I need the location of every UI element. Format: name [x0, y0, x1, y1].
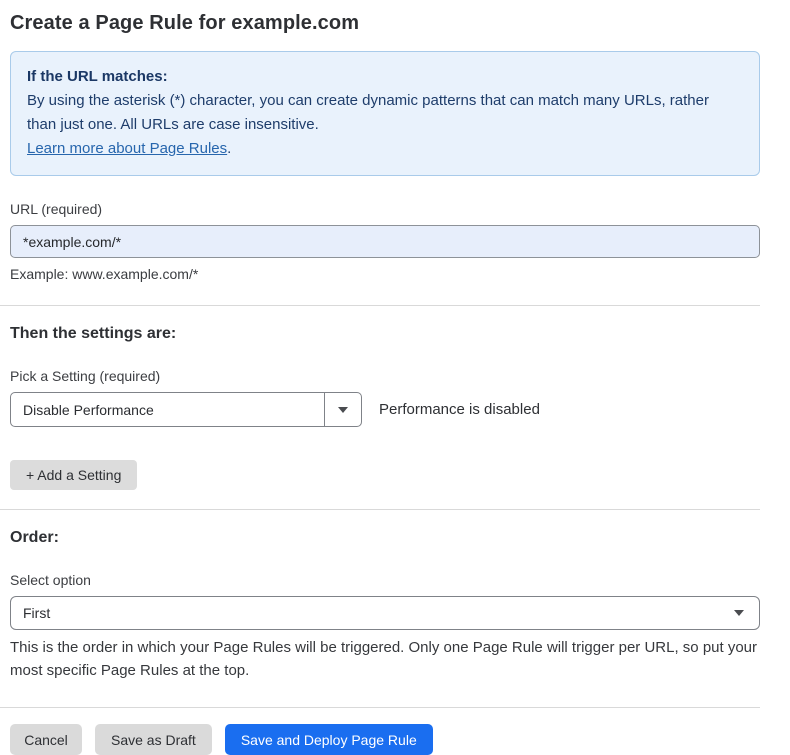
divider	[0, 707, 760, 708]
save-as-draft-button[interactable]: Save as Draft	[95, 724, 212, 755]
setting-status-text: Performance is disabled	[379, 401, 540, 418]
chevron-down-icon	[338, 407, 348, 413]
url-example-text: Example: www.example.com/*	[10, 266, 760, 282]
url-matches-info-box: If the URL matches: By using the asteris…	[10, 51, 760, 176]
order-select[interactable]: First	[10, 596, 760, 630]
pick-setting-label: Pick a Setting (required)	[10, 368, 760, 384]
setting-select-arrow-button[interactable]	[324, 393, 361, 426]
url-input[interactable]	[10, 225, 760, 258]
setting-select-value: Disable Performance	[11, 393, 324, 426]
create-page-rule-form: Create a Page Rule for example.com If th…	[0, 12, 790, 755]
order-select-value: First	[11, 605, 50, 621]
url-field-label: URL (required)	[10, 201, 760, 217]
learn-more-link[interactable]: Learn more about Page Rules	[27, 140, 227, 157]
setting-row: Disable Performance Performance is disab…	[10, 392, 760, 427]
info-box-link-line: Learn more about Page Rules.	[27, 137, 743, 161]
page-title: Create a Page Rule for example.com	[10, 12, 760, 35]
link-period: .	[227, 140, 231, 157]
order-select-label: Select option	[10, 572, 760, 588]
chevron-down-icon	[734, 610, 744, 616]
order-section-heading: Order:	[10, 529, 760, 547]
footer-actions: Cancel Save as Draft Save and Deploy Pag…	[10, 724, 760, 755]
divider	[0, 509, 760, 510]
order-description: This is the order in which your Page Rul…	[10, 636, 758, 682]
order-select-arrow	[734, 610, 759, 616]
settings-section-heading: Then the settings are:	[10, 325, 760, 343]
setting-select[interactable]: Disable Performance	[10, 392, 362, 427]
divider	[0, 305, 760, 306]
info-box-body: By using the asterisk (*) character, you…	[27, 89, 727, 137]
save-and-deploy-button[interactable]: Save and Deploy Page Rule	[225, 724, 433, 755]
info-box-heading: If the URL matches:	[27, 65, 743, 89]
cancel-button[interactable]: Cancel	[10, 724, 82, 755]
add-setting-button[interactable]: + Add a Setting	[10, 460, 137, 490]
